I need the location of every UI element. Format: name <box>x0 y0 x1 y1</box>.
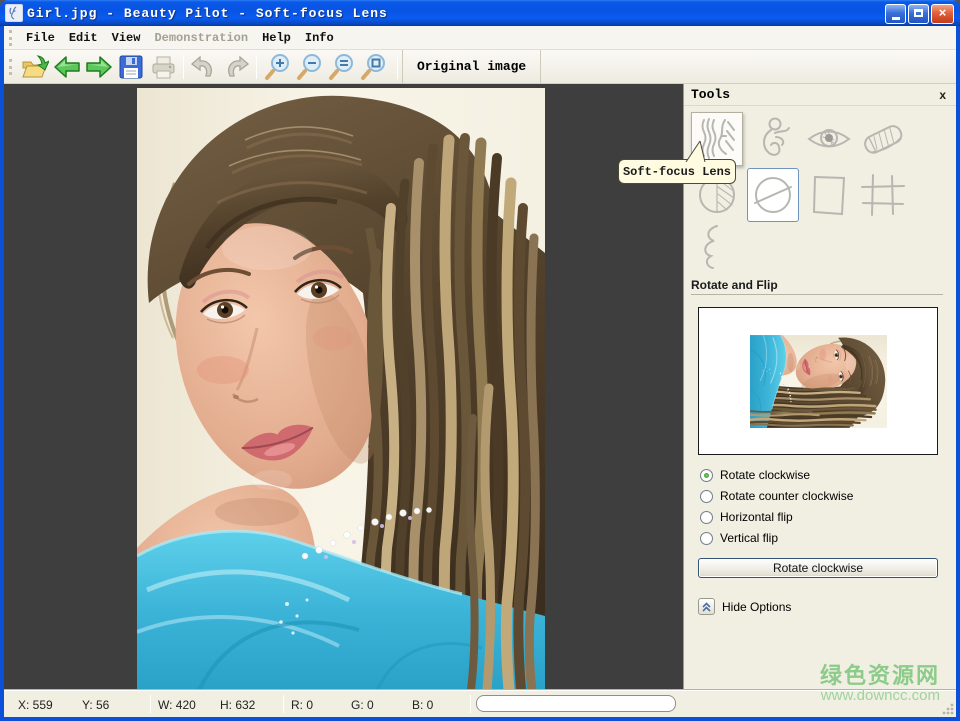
open-folder-icon <box>21 54 49 80</box>
open-button[interactable] <box>19 53 51 81</box>
radio-vertical-flip[interactable]: Vertical flip <box>700 530 778 546</box>
zoom-in-button[interactable] <box>261 53 293 81</box>
circle-line-icon <box>751 172 795 218</box>
rotate-preview-box <box>698 307 938 455</box>
radio-label: Horizontal flip <box>720 510 793 524</box>
menu-info[interactable]: Info <box>298 28 341 48</box>
menu-help[interactable]: Help <box>255 28 298 48</box>
rectangle-icon <box>809 172 849 218</box>
tools-panel-title: Tools <box>691 87 730 102</box>
rotate-flip-header: Rotate and Flip <box>691 278 943 295</box>
save-button[interactable] <box>115 53 147 81</box>
hide-options-control[interactable]: Hide Options <box>698 598 791 615</box>
menu-file[interactable]: File <box>19 28 62 48</box>
eye-icon <box>806 118 852 160</box>
squiggle-icon <box>697 223 731 271</box>
status-x: X: 559 <box>18 698 53 712</box>
zoom-actual-button[interactable] <box>325 53 357 81</box>
tool-squiggle[interactable] <box>691 222 737 272</box>
radio-horizontal-flip[interactable]: Horizontal flip <box>700 509 793 525</box>
tooltip-soft-focus-lens: Soft-focus Lens <box>618 159 736 184</box>
zoom-out-icon <box>295 53 323 81</box>
zoom-in-icon <box>263 53 291 81</box>
progress-bar <box>476 695 676 712</box>
status-h: H: 632 <box>220 698 255 712</box>
status-r: R: 0 <box>291 698 313 712</box>
status-g: G: 0 <box>351 698 374 712</box>
watermark-url: www.downcc.com <box>820 688 940 705</box>
menu-demonstration[interactable]: Demonstration <box>147 28 255 48</box>
tooltip-tail <box>680 140 710 162</box>
toolbar-separator <box>397 55 398 79</box>
app-icon <box>5 4 23 22</box>
status-separator <box>150 695 151 713</box>
status-b: B: 0 <box>412 698 433 712</box>
toolbar-separator <box>256 55 257 79</box>
radio-circle[interactable] <box>700 532 713 545</box>
status-w: W: 420 <box>158 698 196 712</box>
title-bar[interactable]: Girl.jpg - Beauty Pilot - Soft-focus Len… <box>0 0 960 26</box>
zoom-fit-button[interactable] <box>357 53 389 81</box>
tool-eye[interactable] <box>803 112 855 166</box>
status-y: Y: 56 <box>82 698 109 712</box>
status-separator <box>470 695 471 713</box>
tool-rectangle[interactable] <box>803 168 855 222</box>
printer-icon <box>149 54 177 80</box>
radio-circle[interactable] <box>700 469 713 482</box>
tool-figure[interactable] <box>747 112 799 166</box>
radio-rotate-clockwise[interactable]: Rotate clockwise <box>700 467 810 483</box>
menu-bar: File Edit View Demonstration Help Info <box>4 26 956 50</box>
watermark: 绿色资源网 www.downcc.com <box>820 664 940 705</box>
toolbar: Original image <box>4 50 956 84</box>
redo-icon <box>223 55 249 79</box>
close-button[interactable]: × <box>931 4 954 24</box>
panel-close-icon[interactable]: x <box>937 88 948 102</box>
rotate-apply-button[interactable]: Rotate clockwise <box>698 558 938 578</box>
undo-icon <box>191 55 217 79</box>
save-floppy-icon <box>118 54 144 80</box>
zoom-fit-icon <box>359 53 387 81</box>
window-title: Girl.jpg - Beauty Pilot - Soft-focus Len… <box>27 6 388 21</box>
rotate-preview-thumbnail <box>750 335 887 428</box>
figure-icon <box>751 115 795 163</box>
zoom-actual-icon <box>327 53 355 81</box>
hide-options-label: Hide Options <box>722 600 791 614</box>
tool-eraser[interactable] <box>857 112 909 166</box>
previous-image-button[interactable] <box>51 53 83 81</box>
minimize-button[interactable] <box>885 4 906 24</box>
eraser-icon <box>859 116 907 162</box>
status-bar: X: 559 Y: 56 W: 420 H: 632 R: 0 G: 0 B: … <box>4 690 956 717</box>
tool-grid[interactable] <box>857 168 909 222</box>
watermark-site-name: 绿色资源网 <box>820 664 940 688</box>
radio-rotate-counter-clockwise[interactable]: Rotate counter clockwise <box>700 488 853 504</box>
toolbar-separator <box>183 55 184 79</box>
zoom-out-button[interactable] <box>293 53 325 81</box>
view-mode-tab[interactable]: Original image <box>402 50 541 84</box>
collapse-chevrons-icon[interactable] <box>698 598 715 615</box>
menu-grip[interactable] <box>9 30 12 46</box>
menu-edit[interactable]: Edit <box>62 28 105 48</box>
next-image-button[interactable] <box>83 53 115 81</box>
grid-icon <box>859 173 907 217</box>
tool-circle-line[interactable] <box>747 168 799 222</box>
redo-button[interactable] <box>220 53 252 81</box>
photo-girl[interactable] <box>137 88 545 690</box>
back-arrow-icon <box>53 55 81 79</box>
radio-circle[interactable] <box>700 490 713 503</box>
radio-label: Rotate clockwise <box>720 468 810 482</box>
print-button[interactable] <box>147 53 179 81</box>
resize-grip[interactable] <box>940 701 954 715</box>
toolbar-grip[interactable] <box>9 59 12 75</box>
app-window: Girl.jpg - Beauty Pilot - Soft-focus Len… <box>0 0 960 721</box>
maximize-button[interactable] <box>908 4 929 24</box>
undo-button[interactable] <box>188 53 220 81</box>
image-canvas[interactable] <box>4 84 683 690</box>
status-separator <box>283 695 284 713</box>
radio-label: Vertical flip <box>720 531 778 545</box>
forward-arrow-icon <box>85 55 113 79</box>
menu-view[interactable]: View <box>105 28 148 48</box>
tools-panel-header: Tools x <box>684 84 956 106</box>
radio-label: Rotate counter clockwise <box>720 489 853 503</box>
radio-circle[interactable] <box>700 511 713 524</box>
